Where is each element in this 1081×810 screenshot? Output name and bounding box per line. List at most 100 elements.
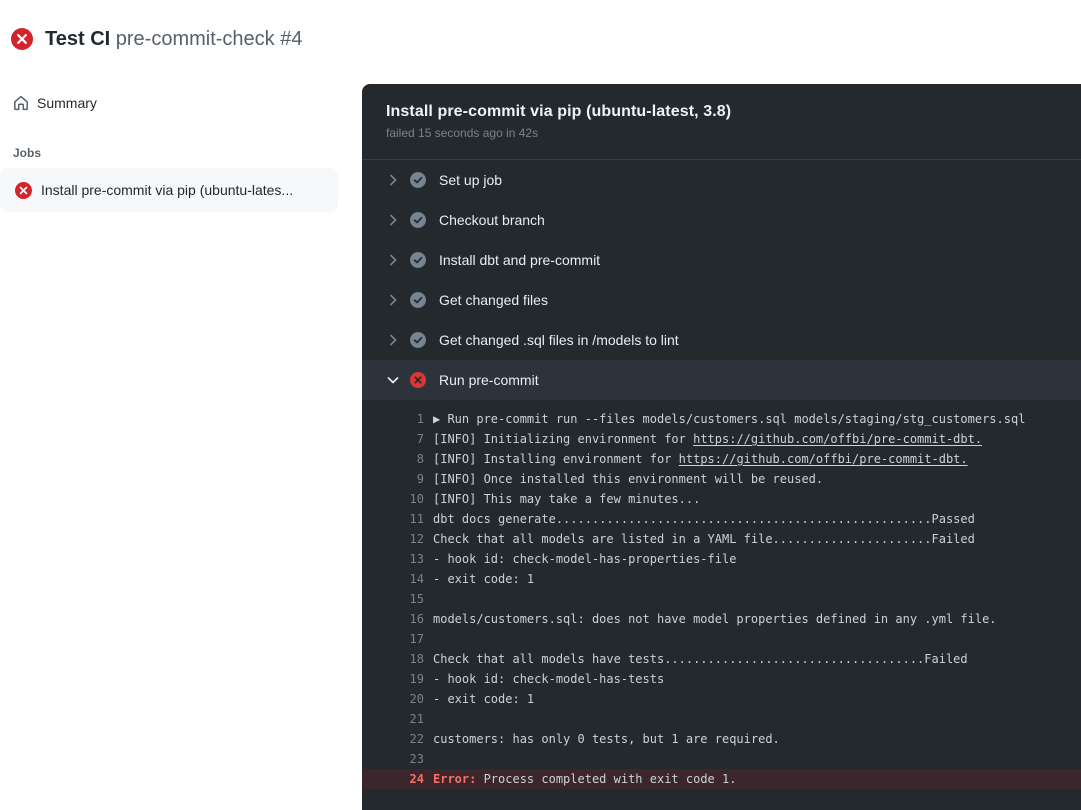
step-label: Get changed .sql files in /models to lin… <box>439 332 679 348</box>
log-line: 8 [INFO] Installing environment for https… <box>362 449 1081 469</box>
log-link[interactable]: https://github.com/offbi/pre-commit-dbt. <box>693 432 982 446</box>
log-line-error: 24 Error: Process completed with exit cod… <box>362 769 1081 789</box>
log-line-number[interactable]: 23 <box>362 749 424 769</box>
log-line-text: models/customers.sql: does not have mode… <box>433 609 997 629</box>
log-line: 12 Check that all models are listed in a … <box>362 529 1081 549</box>
steps-list: Set up job Checkout branch Install dbt and… <box>362 160 1081 400</box>
log-group-expander-icon[interactable]: ▶ <box>433 412 447 426</box>
run-name: pre-commit-check #4 <box>116 28 303 50</box>
log-line-text: [INFO] Initializing environment for http… <box>433 429 982 449</box>
sidebar-item-label: Summary <box>37 95 97 111</box>
sidebar: Summary Jobs Install pre-commit via pip … <box>0 78 362 810</box>
chevron-right-icon[interactable] <box>385 292 401 308</box>
failed-status-icon <box>410 372 426 388</box>
log-line: 14 - exit code: 1 <box>362 569 1081 589</box>
log-line-number[interactable]: 24 <box>362 769 424 789</box>
log-line-number[interactable]: 13 <box>362 549 424 569</box>
log-line-text: - hook id: check-model-has-tests <box>433 669 664 689</box>
log-text-segment: customers: has only 0 tests, but 1 are r… <box>433 732 780 746</box>
step-label: Set up job <box>439 172 502 188</box>
log-line: 17 <box>362 629 1081 649</box>
step-row-get-changed-sql-files-in-models-to-lint[interactable]: Get changed .sql files in /models to lin… <box>362 320 1081 360</box>
log-text-segment: dbt docs generate.......................… <box>433 512 975 526</box>
log-text-segment: Check that all models are listed in a YA… <box>433 532 975 546</box>
log-text-segment: Run pre-commit run --files models/custom… <box>447 412 1025 426</box>
chevron-right-icon[interactable] <box>385 172 401 188</box>
step-label: Install dbt and pre-commit <box>439 252 600 268</box>
step-label: Checkout branch <box>439 212 545 228</box>
success-status-icon <box>410 252 426 268</box>
log-line-number[interactable]: 19 <box>362 669 424 689</box>
log-line-number[interactable]: 10 <box>362 489 424 509</box>
job-title: Install pre-commit via pip (ubuntu-lates… <box>386 103 1057 121</box>
chevron-right-icon[interactable] <box>385 212 401 228</box>
log-line: 22 customers: has only 0 tests, but 1 are… <box>362 729 1081 749</box>
sidebar-job-item-selected[interactable]: Install pre-commit via pip (ubuntu-lates… <box>0 168 338 212</box>
log-line-number[interactable]: 21 <box>362 709 424 729</box>
log-line-number[interactable]: 9 <box>362 469 424 489</box>
sidebar-item-summary[interactable]: Summary <box>13 88 362 118</box>
log-line: 21 <box>362 709 1081 729</box>
step-row-get-changed-files[interactable]: Get changed files <box>362 280 1081 320</box>
log-line: 10[INFO] This may take a few minutes... <box>362 489 1081 509</box>
jobs-section-label: Jobs <box>13 146 362 160</box>
log-link[interactable]: https://github.com/offbi/pre-commit-dbt. <box>679 452 968 466</box>
step-row-install-dbt-and-pre-commit[interactable]: Install dbt and pre-commit <box>362 240 1081 280</box>
log-line-number[interactable]: 16 <box>362 609 424 629</box>
workflow-name: Test CI <box>45 28 110 50</box>
log-line-text: [INFO] Once installed this environment w… <box>433 469 823 489</box>
step-row-run-pre-commit[interactable]: Run pre-commit <box>362 360 1081 400</box>
log-line-text: Check that all models have tests........… <box>433 649 968 669</box>
success-status-icon <box>410 172 426 188</box>
log-line-number[interactable]: 1 <box>362 409 424 429</box>
log-line-number[interactable]: 18 <box>362 649 424 669</box>
log-line-text: [INFO] Installing environment for https:… <box>433 449 968 469</box>
run-header: Test CI pre-commit-check #4 <box>0 0 1081 78</box>
job-log-panel: Install pre-commit via pip (ubuntu-lates… <box>362 84 1081 810</box>
log-text-segment: - hook id: check-model-has-tests <box>433 672 664 686</box>
step-row-set-up-job[interactable]: Set up job <box>362 160 1081 200</box>
log-line: 16 models/customers.sql: does not have mo… <box>362 609 1081 629</box>
step-row-checkout-branch[interactable]: Checkout branch <box>362 200 1081 240</box>
job-item-label: Install pre-commit via pip (ubuntu-lates… <box>41 182 293 198</box>
page-title: Test CI pre-commit-check #4 <box>45 28 302 51</box>
log-line-number[interactable]: 14 <box>362 569 424 589</box>
log-line-number[interactable]: 7 <box>362 429 424 449</box>
log-line-number[interactable]: 11 <box>362 509 424 529</box>
log-line-number[interactable]: 17 <box>362 629 424 649</box>
log-line-number[interactable]: 20 <box>362 689 424 709</box>
chevron-down-icon[interactable] <box>385 372 401 388</box>
log-line-text: - exit code: 1 <box>433 569 534 589</box>
log-line: 11 dbt docs generate.....................… <box>362 509 1081 529</box>
log-line-number[interactable]: 8 <box>362 449 424 469</box>
log-line: 9 [INFO] Once installed this environment … <box>362 469 1081 489</box>
step-label: Run pre-commit <box>439 372 539 388</box>
log-line: 23 <box>362 749 1081 769</box>
log-line-text: Check that all models are listed in a YA… <box>433 529 975 549</box>
log-line: 13 - hook id: check-model-has-properties-… <box>362 549 1081 569</box>
log-line-text: dbt docs generate.......................… <box>433 509 975 529</box>
log-line-text: Error: Process completed with exit code … <box>433 769 736 789</box>
failed-status-icon <box>15 182 32 199</box>
log-text-segment: - exit code: 1 <box>433 692 534 706</box>
log-line-text: ▶ Run pre-commit run --files models/cust… <box>433 409 1025 429</box>
log-line-text: - exit code: 1 <box>433 689 534 709</box>
job-header: Install pre-commit via pip (ubuntu-lates… <box>362 84 1081 160</box>
log-line: 15 <box>362 589 1081 609</box>
log-output: 1 ▶ Run pre-commit run --files models/cus… <box>362 400 1081 789</box>
success-status-icon <box>410 212 426 228</box>
log-text-segment: - exit code: 1 <box>433 572 534 586</box>
log-line: 1 ▶ Run pre-commit run --files models/cus… <box>362 409 1081 429</box>
log-text-segment: [INFO] Once installed this environment w… <box>433 472 823 486</box>
log-line-number[interactable]: 15 <box>362 589 424 609</box>
log-text-segment: Process completed with exit code 1. <box>484 772 737 786</box>
log-line: 19 - hook id: check-model-has-tests <box>362 669 1081 689</box>
chevron-right-icon[interactable] <box>385 252 401 268</box>
log-text-segment: - hook id: check-model-has-properties-fi… <box>433 552 736 566</box>
success-status-icon <box>410 292 426 308</box>
log-line: 18 Check that all models have tests......… <box>362 649 1081 669</box>
log-line-number[interactable]: 12 <box>362 529 424 549</box>
chevron-right-icon[interactable] <box>385 332 401 348</box>
log-line: 7 [INFO] Initializing environment for htt… <box>362 429 1081 449</box>
log-line-number[interactable]: 22 <box>362 729 424 749</box>
